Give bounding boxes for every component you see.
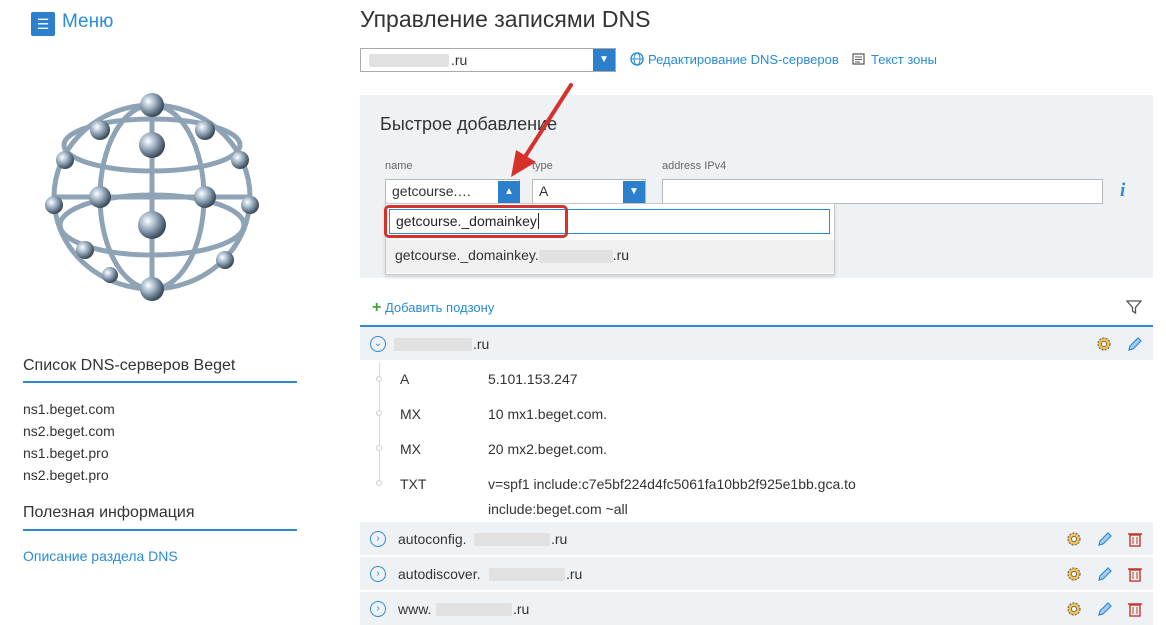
- trash-icon[interactable]: [1126, 565, 1144, 583]
- record-value: 10 mx1.beget.com.: [488, 406, 608, 422]
- redacted-domain: [474, 533, 550, 546]
- menu-label[interactable]: Меню: [62, 11, 113, 33]
- record-value: v=spf1 include:c7e5bf224d4fc5061fa10bb2f…: [488, 476, 856, 492]
- record-value: 5.101.153.247: [488, 371, 578, 387]
- info-heading: Полезная информация: [23, 504, 195, 521]
- pencil-icon[interactable]: [1096, 565, 1114, 583]
- chevron-up-icon[interactable]: ▲: [498, 181, 520, 203]
- chevron-down-icon[interactable]: ▼: [593, 49, 615, 71]
- record-value-continued: include:beget.com ~all: [488, 501, 628, 517]
- expand-icon[interactable]: ›: [370, 566, 386, 582]
- trash-icon[interactable]: [1126, 600, 1144, 618]
- name-label: name: [385, 160, 413, 172]
- dropdown-option[interactable]: getcourse._domainkey. .ru: [386, 240, 834, 273]
- ns-server-item: ns2.beget.com: [23, 423, 115, 439]
- ns-server-item: ns1.beget.pro: [23, 445, 109, 461]
- type-select-value: A: [539, 183, 549, 199]
- subzone-suffix: .ru: [513, 601, 530, 617]
- settings-gear-icon[interactable]: [1095, 335, 1113, 353]
- redacted-domain: [436, 603, 512, 616]
- tree-node: [376, 445, 382, 451]
- redacted-domain: [489, 568, 565, 581]
- record-type: A: [400, 371, 410, 387]
- record-type: TXT: [400, 476, 427, 492]
- ns-server-item: ns1.beget.com: [23, 401, 115, 417]
- subzone-prefix: www.: [398, 601, 432, 617]
- tree-node: [376, 376, 382, 382]
- address-input[interactable]: [662, 179, 1103, 204]
- record-type: MX: [400, 406, 421, 422]
- redacted-domain: [369, 54, 449, 67]
- collapse-icon[interactable]: ⌄: [370, 336, 386, 352]
- domain-select[interactable]: .ru ▼: [360, 48, 616, 72]
- ns-list-heading: Список DNS-серверов Beget: [23, 357, 236, 374]
- heading-divider: [23, 529, 297, 531]
- address-label: address IPv4: [662, 160, 727, 172]
- zone-suffix: .ru: [473, 336, 490, 352]
- option-suffix: .ru: [612, 247, 630, 263]
- option-prefix: getcourse._domainkey.: [395, 247, 539, 263]
- globe-network-logo: [45, 93, 259, 301]
- name-select-value: getcourse.…: [392, 183, 472, 199]
- info-icon[interactable]: i: [1120, 180, 1125, 202]
- zone-text-icon: [852, 53, 865, 65]
- annotation-highlight-box: [384, 205, 568, 238]
- edit-dns-servers-link[interactable]: Редактирование DNS-серверов: [648, 52, 839, 67]
- ns-server-item: ns2.beget.pro: [23, 467, 109, 483]
- tree-node: [376, 410, 382, 416]
- add-subzone-button[interactable]: + Добавить подзону: [372, 299, 494, 317]
- filter-icon[interactable]: [1126, 299, 1142, 315]
- www-globe-icon: [630, 52, 644, 66]
- expand-icon[interactable]: ›: [370, 531, 386, 547]
- redacted-domain: [538, 249, 613, 263]
- annotation-arrow: [511, 83, 573, 177]
- subzone-suffix: .ru: [566, 566, 583, 582]
- hamburger-icon[interactable]: ☰: [31, 12, 55, 36]
- subzone-prefix: autoconfig.: [398, 531, 467, 547]
- chevron-down-icon[interactable]: ▼: [623, 181, 645, 203]
- record-type: MX: [400, 441, 421, 457]
- page-title: Управление записями DNS: [360, 6, 651, 32]
- zone-text-link[interactable]: Текст зоны: [871, 52, 937, 67]
- dns-section-description-link[interactable]: Описание раздела DNS: [23, 548, 178, 564]
- plus-icon: +: [372, 299, 382, 316]
- pencil-icon[interactable]: [1126, 335, 1144, 353]
- settings-gear-icon[interactable]: [1065, 600, 1083, 618]
- settings-gear-icon[interactable]: [1065, 530, 1083, 548]
- tree-node: [376, 480, 382, 486]
- add-subzone-label: Добавить подзону: [384, 300, 495, 315]
- heading-divider: [23, 381, 297, 383]
- trash-icon[interactable]: [1126, 530, 1144, 548]
- subzone-prefix: autodiscover.: [398, 566, 481, 582]
- subzone-suffix: .ru: [551, 531, 568, 547]
- redacted-domain: [394, 338, 472, 351]
- record-value: 20 mx2.beget.com.: [488, 441, 608, 457]
- settings-gear-icon[interactable]: [1065, 565, 1083, 583]
- pencil-icon[interactable]: [1096, 600, 1114, 618]
- pencil-icon[interactable]: [1096, 530, 1114, 548]
- expand-icon[interactable]: ›: [370, 601, 386, 617]
- domain-suffix: .ru: [451, 52, 468, 68]
